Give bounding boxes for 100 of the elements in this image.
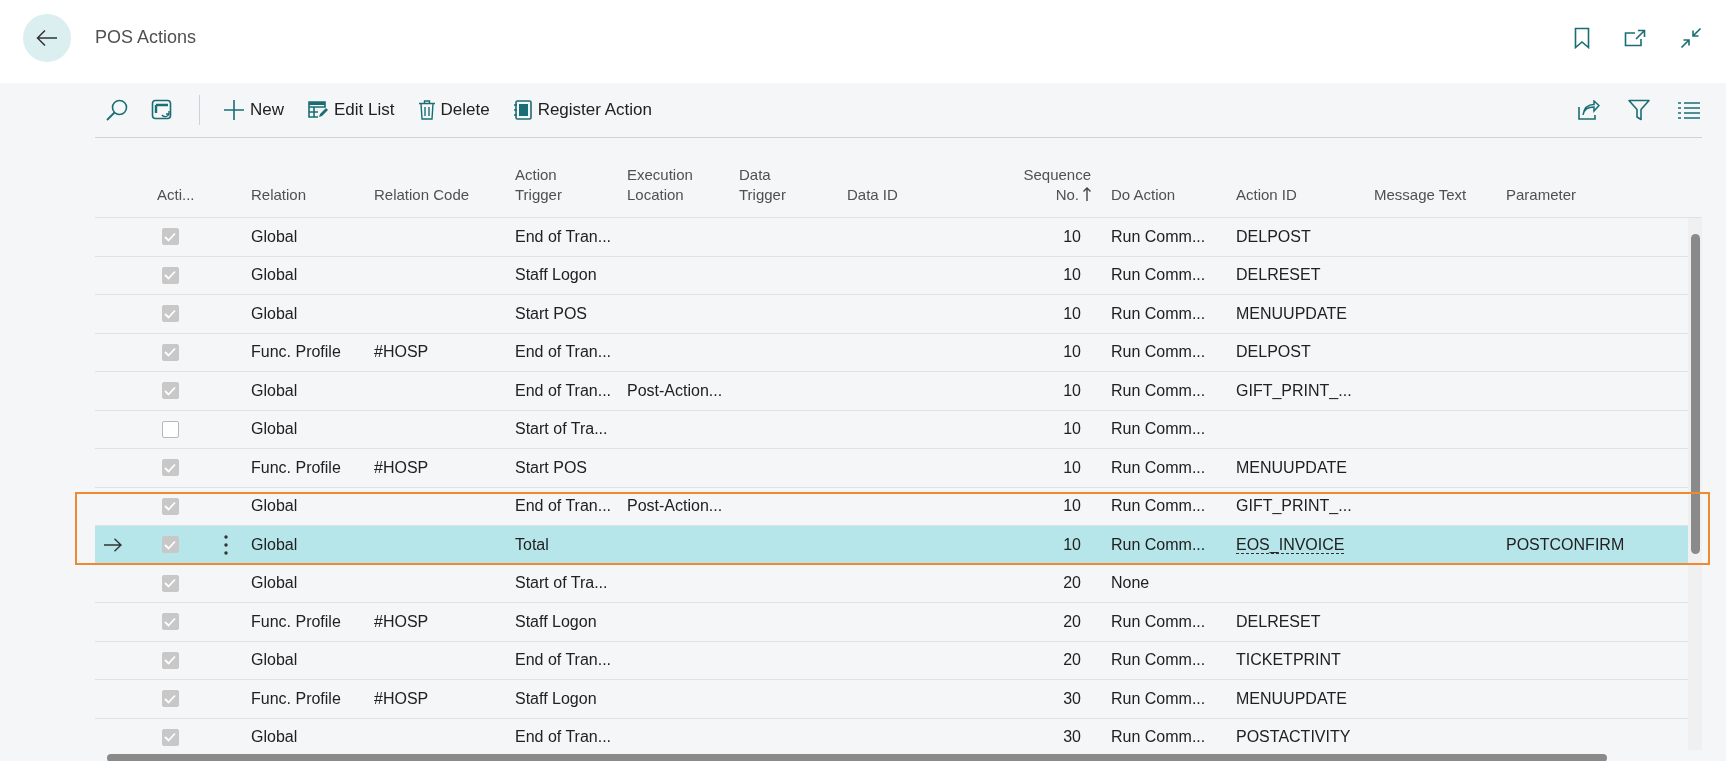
table-cell: End of Tran... — [515, 497, 612, 515]
notebook-icon — [513, 100, 532, 120]
column-header[interactable]: Data Trigger — [739, 165, 813, 205]
column-header[interactable]: Relation — [251, 185, 354, 205]
table-cell: 30 — [1063, 689, 1081, 707]
open-in-new-window-icon[interactable] — [1624, 28, 1646, 47]
layout-icon[interactable] — [151, 99, 173, 121]
table-row[interactable]: Global Start POS 10 Run Comm... MENUUPDATE — [95, 295, 1688, 334]
active-checkbox[interactable] — [161, 228, 179, 246]
filter-icon[interactable] — [1628, 99, 1650, 121]
vertical-scrollbar[interactable] — [1688, 218, 1702, 750]
table-row[interactable]: Func. Profile #HOSP Staff Logon 20 Run Comm... DELRESET — [95, 603, 1688, 642]
table-row[interactable]: Global End of Tran... 10 Run Comm... DELPOST — [95, 218, 1688, 257]
current-row-arrow-icon — [103, 537, 122, 552]
table-cell: Global — [251, 420, 298, 438]
table-cell: 10 — [1063, 458, 1081, 476]
table-cell: MENUUPDATE — [1236, 689, 1347, 707]
table-row[interactable]: Func. Profile #HOSP End of Tran... 10 Run Comm... DELPOST — [95, 333, 1688, 372]
table-cell: Run Comm... — [1111, 612, 1206, 630]
column-header[interactable]: Parameter — [1506, 185, 1622, 205]
table-row[interactable]: Func. Profile #HOSP Start POS 10 Run Comm... MENUUPDATE — [95, 449, 1688, 488]
column-header[interactable]: Message Text — [1374, 185, 1486, 205]
table-cell: Run Comm... — [1111, 458, 1206, 476]
table-cell: Global — [251, 227, 298, 245]
table-row[interactable]: Global End of Tran... 20 Run Comm... TICKETPRINT — [95, 641, 1688, 680]
table-cell: DELRESET — [1236, 266, 1321, 284]
table-cell: Run Comm... — [1111, 535, 1206, 553]
toolbar-action-button[interactable]: Edit List — [298, 94, 405, 126]
table-cell: DELPOST — [1236, 343, 1311, 361]
table-row[interactable]: Global Total 10 Run Comm... EOS_INVOICE POSTCONFIRM — [95, 526, 1688, 565]
table-cell: MENUUPDATE — [1236, 304, 1347, 322]
table-cell: Start POS — [515, 458, 588, 476]
table-cell: 10 — [1063, 343, 1081, 361]
share-icon[interactable] — [1578, 100, 1600, 120]
active-checkbox[interactable] — [161, 497, 179, 515]
active-checkbox[interactable] — [161, 574, 179, 592]
table-cell: #HOSP — [374, 689, 429, 707]
bookmark-icon[interactable] — [1574, 26, 1590, 49]
table-cell: Global — [251, 574, 298, 592]
table-cell: Global — [251, 651, 298, 669]
active-checkbox[interactable] — [161, 459, 179, 477]
table-row[interactable]: Global Staff Logon 10 Run Comm... DELRESET — [95, 256, 1688, 295]
table-cell[interactable]: EOS_INVOICE — [1236, 535, 1345, 554]
column-header[interactable]: Sequence No. — [1017, 165, 1091, 205]
table-cell: Func. Profile — [251, 458, 341, 476]
active-checkbox[interactable] — [161, 343, 179, 361]
column-header[interactable]: Acti... — [157, 186, 195, 203]
table-cell: Global — [251, 497, 298, 515]
table-cell: Staff Logon — [515, 266, 597, 284]
active-checkbox[interactable] — [161, 420, 179, 438]
table-cell: TICKETPRINT — [1236, 651, 1341, 669]
table-cell: 10 — [1063, 535, 1081, 553]
table-cell: Staff Logon — [515, 612, 597, 630]
active-checkbox[interactable] — [161, 690, 179, 708]
table-cell: GIFT_PRINT_... — [1236, 381, 1352, 399]
table-row[interactable]: Global Start of Tra... 20 None — [95, 564, 1688, 603]
table-cell: Func. Profile — [251, 612, 341, 630]
column-header[interactable]: Action ID — [1236, 185, 1354, 205]
table-cell: #HOSP — [374, 343, 429, 361]
search-icon[interactable] — [105, 98, 129, 122]
table-cell: Post-Action... — [627, 497, 723, 515]
toolbar-action-button[interactable]: New — [214, 94, 294, 126]
active-checkbox[interactable] — [161, 266, 179, 284]
table-cell: POSTACTIVITY — [1236, 728, 1351, 746]
column-header[interactable]: Execution Location — [627, 165, 701, 205]
table-cell: Run Comm... — [1111, 689, 1206, 707]
table-cell: Run Comm... — [1111, 266, 1206, 284]
active-checkbox[interactable] — [161, 536, 179, 554]
active-checkbox[interactable] — [161, 728, 179, 746]
active-checkbox[interactable] — [161, 651, 179, 669]
table-row[interactable]: Func. Profile #HOSP Staff Logon 30 Run Comm... MENUUPDATE — [95, 680, 1688, 719]
collapse-icon[interactable] — [1680, 26, 1702, 49]
table-cell: Start POS — [515, 304, 588, 322]
table-cell: 20 — [1063, 651, 1081, 669]
toolbar-action-button[interactable]: Delete — [408, 94, 500, 126]
back-arrow-icon — [36, 28, 58, 47]
table-cell: Global — [251, 266, 298, 284]
table-row[interactable]: Global End of Tran... Post-Action... 10 Run Comm... GIFT_PRINT_... — [95, 372, 1688, 411]
table-cell: DELPOST — [1236, 227, 1311, 245]
more-options-icon[interactable] — [223, 534, 228, 555]
table-cell: #HOSP — [374, 458, 429, 476]
table-cell: Run Comm... — [1111, 304, 1206, 322]
active-checkbox[interactable] — [161, 305, 179, 323]
table-cell: Global — [251, 304, 298, 322]
table-cell: Run Comm... — [1111, 651, 1206, 669]
column-header[interactable]: Relation Code — [374, 185, 495, 205]
table-cell: Run Comm... — [1111, 728, 1206, 746]
column-header[interactable]: Data ID — [847, 185, 968, 205]
toolbar-action-button[interactable]: Register Action — [503, 94, 662, 126]
table-cell: End of Tran... — [515, 227, 612, 245]
table-edit-icon — [308, 101, 328, 119]
table-row[interactable]: Global Start of Tra... 10 Run Comm... — [95, 410, 1688, 449]
back-button[interactable] — [23, 13, 71, 62]
list-view-icon[interactable] — [1678, 101, 1700, 119]
column-header[interactable]: Do Action — [1111, 185, 1216, 205]
active-checkbox[interactable] — [161, 613, 179, 631]
active-checkbox[interactable] — [161, 382, 179, 400]
table-cell: End of Tran... — [515, 381, 612, 399]
table-cell: Global — [251, 728, 298, 746]
column-header[interactable]: Action Trigger — [515, 165, 589, 205]
